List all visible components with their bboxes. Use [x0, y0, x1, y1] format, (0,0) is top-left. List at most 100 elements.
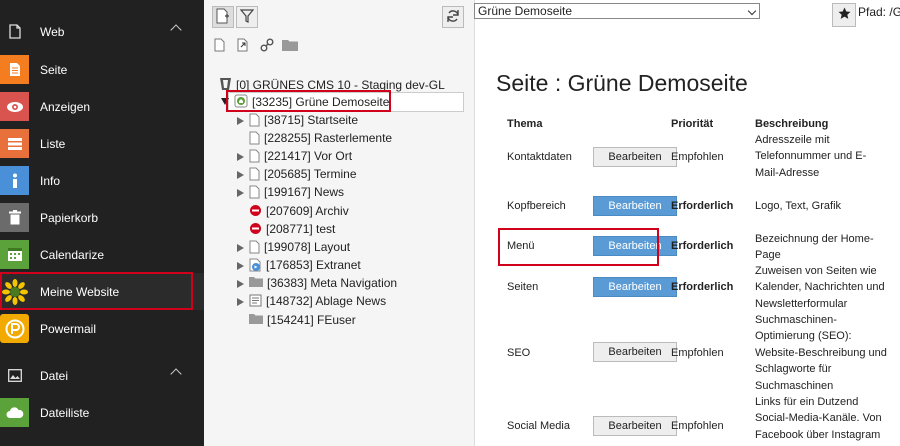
image-icon: [0, 361, 29, 390]
restricted-page-icon: [249, 258, 262, 272]
sidebar-item-dateiliste[interactable]: Dateiliste: [0, 394, 204, 431]
new-page-button[interactable]: [212, 6, 234, 28]
sidebar-item-label: Anzeigen: [40, 99, 91, 114]
page-icon: [249, 149, 260, 163]
collapsed-arrow-icon[interactable]: [235, 187, 245, 197]
sunflower-icon: [0, 277, 29, 306]
typo3-icon: [219, 77, 232, 94]
row-description: Bezeichnung der Home- Page: [755, 233, 874, 262]
news-storage-icon: [249, 294, 262, 308]
edit-seo-button[interactable]: Bearbeiten: [593, 342, 677, 362]
drag-page-link-icon[interactable]: [237, 38, 250, 55]
tree-item[interactable]: [199078] Layout: [235, 238, 350, 256]
sidebar-item-label: Dateiliste: [40, 405, 90, 420]
tree-item-label: [199167] News: [264, 185, 345, 199]
folder-icon[interactable]: [282, 39, 298, 54]
column-header-thema: Thema: [507, 118, 543, 130]
sidebar-item-label: Seite: [40, 62, 68, 77]
row-thema: Menü: [507, 240, 535, 252]
calendar-icon: [0, 240, 29, 269]
tree-item-label: [199078] Layout: [264, 240, 351, 254]
tree-item-label: [228255] Rasterlemente: [264, 131, 393, 145]
link-icon[interactable]: [260, 38, 274, 55]
module-menu: Web Seite Anzeigen Liste Info Papierkorb: [0, 0, 204, 446]
tree-item-label: [221417] Vor Ort: [264, 149, 353, 163]
drag-page-icon[interactable]: [214, 38, 225, 55]
collapsed-arrow-icon[interactable]: [235, 278, 245, 288]
sidebar-item-powermail[interactable]: Powermail: [0, 310, 204, 347]
tree-item-label: [205685] Termine: [264, 167, 357, 181]
sidebar-section-label: Web: [40, 24, 65, 39]
page-icon: [249, 113, 260, 127]
row-thema: Social Media: [507, 420, 570, 432]
bookmark-button[interactable]: [832, 3, 856, 27]
page-icon: [249, 185, 260, 199]
row-priority: Erforderlich: [671, 200, 734, 212]
tree-item-label: [176853] Extranet: [266, 258, 361, 272]
tree-item[interactable]: [154241] FEuser: [235, 311, 356, 329]
refresh-button[interactable]: [442, 6, 464, 28]
tree-root-label: [0] GRÜNES CMS 10 - Staging dev-GL: [236, 78, 445, 92]
row-description: Logo, Text, Grafik: [755, 200, 842, 212]
chevron-up-icon[interactable]: [170, 24, 182, 36]
row-thema: Kopfbereich: [507, 200, 566, 212]
tree-item[interactable]: [207609] Archiv: [235, 202, 349, 220]
edit-seiten-button[interactable]: Bearbeiten: [593, 277, 677, 297]
page-icon: [249, 240, 260, 254]
document-icon: [0, 17, 29, 46]
collapsed-arrow-icon[interactable]: [235, 115, 245, 125]
info-icon: [0, 166, 29, 195]
expanded-arrow-icon[interactable]: [220, 95, 230, 109]
collapsed-arrow-icon[interactable]: [235, 296, 245, 306]
tree-item[interactable]: [176853] Extranet: [235, 256, 361, 274]
star-icon: [838, 7, 851, 23]
edit-social-media-button[interactable]: Bearbeiten: [593, 416, 677, 436]
sidebar-item-seite[interactable]: Seite: [0, 51, 204, 88]
sidebar-item-papierkorb[interactable]: Papierkorb: [0, 199, 204, 236]
sidebar-item-info[interactable]: Info: [0, 162, 204, 199]
refresh-icon: [446, 9, 460, 26]
tree-item[interactable]: [148732] Ablage News: [235, 292, 386, 310]
chevron-up-icon[interactable]: [170, 368, 182, 380]
tree-item-label: [33235] Grüne Demoseite: [252, 95, 390, 109]
tree-item[interactable]: [38715] Startseite: [235, 111, 358, 129]
folder-icon: [249, 276, 263, 290]
powermail-icon: [0, 314, 29, 343]
sidebar-section-datei[interactable]: Datei: [0, 357, 204, 394]
sidebar-item-meine-website[interactable]: Meine Website: [0, 273, 204, 310]
row-description: Zuweisen von Seiten wie Kalender, Nachric…: [755, 265, 885, 310]
tree-item[interactable]: [199167] News: [235, 183, 344, 201]
edit-menu-button[interactable]: Bearbeiten: [593, 236, 677, 256]
sidebar-item-label: Powermail: [40, 321, 97, 336]
tree-item[interactable]: [221417] Vor Ort: [235, 147, 352, 165]
collapsed-arrow-icon[interactable]: [235, 169, 245, 179]
filter-button[interactable]: [236, 6, 258, 28]
collapsed-arrow-icon[interactable]: [235, 242, 245, 252]
sidebar-section-web[interactable]: Web: [0, 13, 204, 50]
row-priority: Empfohlen: [671, 420, 724, 432]
tree-item[interactable]: [208771] test: [235, 220, 335, 238]
row-priority: Erforderlich: [671, 281, 734, 293]
page-path: Pfad: /Gr: [858, 5, 900, 19]
sidebar-item-calendarize[interactable]: Calendarize: [0, 236, 204, 273]
tree-item-selected[interactable]: [33235] Grüne Demoseite: [220, 93, 389, 111]
page-select[interactable]: Grüne Demoseite: [474, 3, 760, 19]
tree-item[interactable]: [228255] Rasterlemente: [235, 129, 392, 147]
tree-item[interactable]: [205685] Termine: [235, 165, 357, 183]
tree-item-label: [208771] test: [266, 222, 336, 236]
collapsed-arrow-icon[interactable]: [235, 260, 245, 270]
page-icon: [249, 167, 260, 181]
filter-icon: [239, 8, 255, 26]
new-page-icon: [216, 8, 230, 27]
page-title: Seite : Grüne Demoseite: [496, 70, 748, 96]
edit-kontaktdaten-button[interactable]: Bearbeiten: [593, 147, 677, 167]
page-icon: [249, 131, 260, 145]
trash-icon: [0, 203, 29, 232]
tree-item-label: [148732] Ablage News: [266, 294, 387, 308]
tree-item[interactable]: [36383] Meta Navigation: [235, 274, 397, 292]
edit-kopfbereich-button[interactable]: Bearbeiten: [593, 196, 677, 216]
sidebar-item-anzeigen[interactable]: Anzeigen: [0, 88, 204, 125]
row-description: Adresszeile mit Telefonnummer und E- Mail-…: [755, 134, 867, 179]
collapsed-arrow-icon[interactable]: [235, 151, 245, 161]
sidebar-item-liste[interactable]: Liste: [0, 125, 204, 162]
